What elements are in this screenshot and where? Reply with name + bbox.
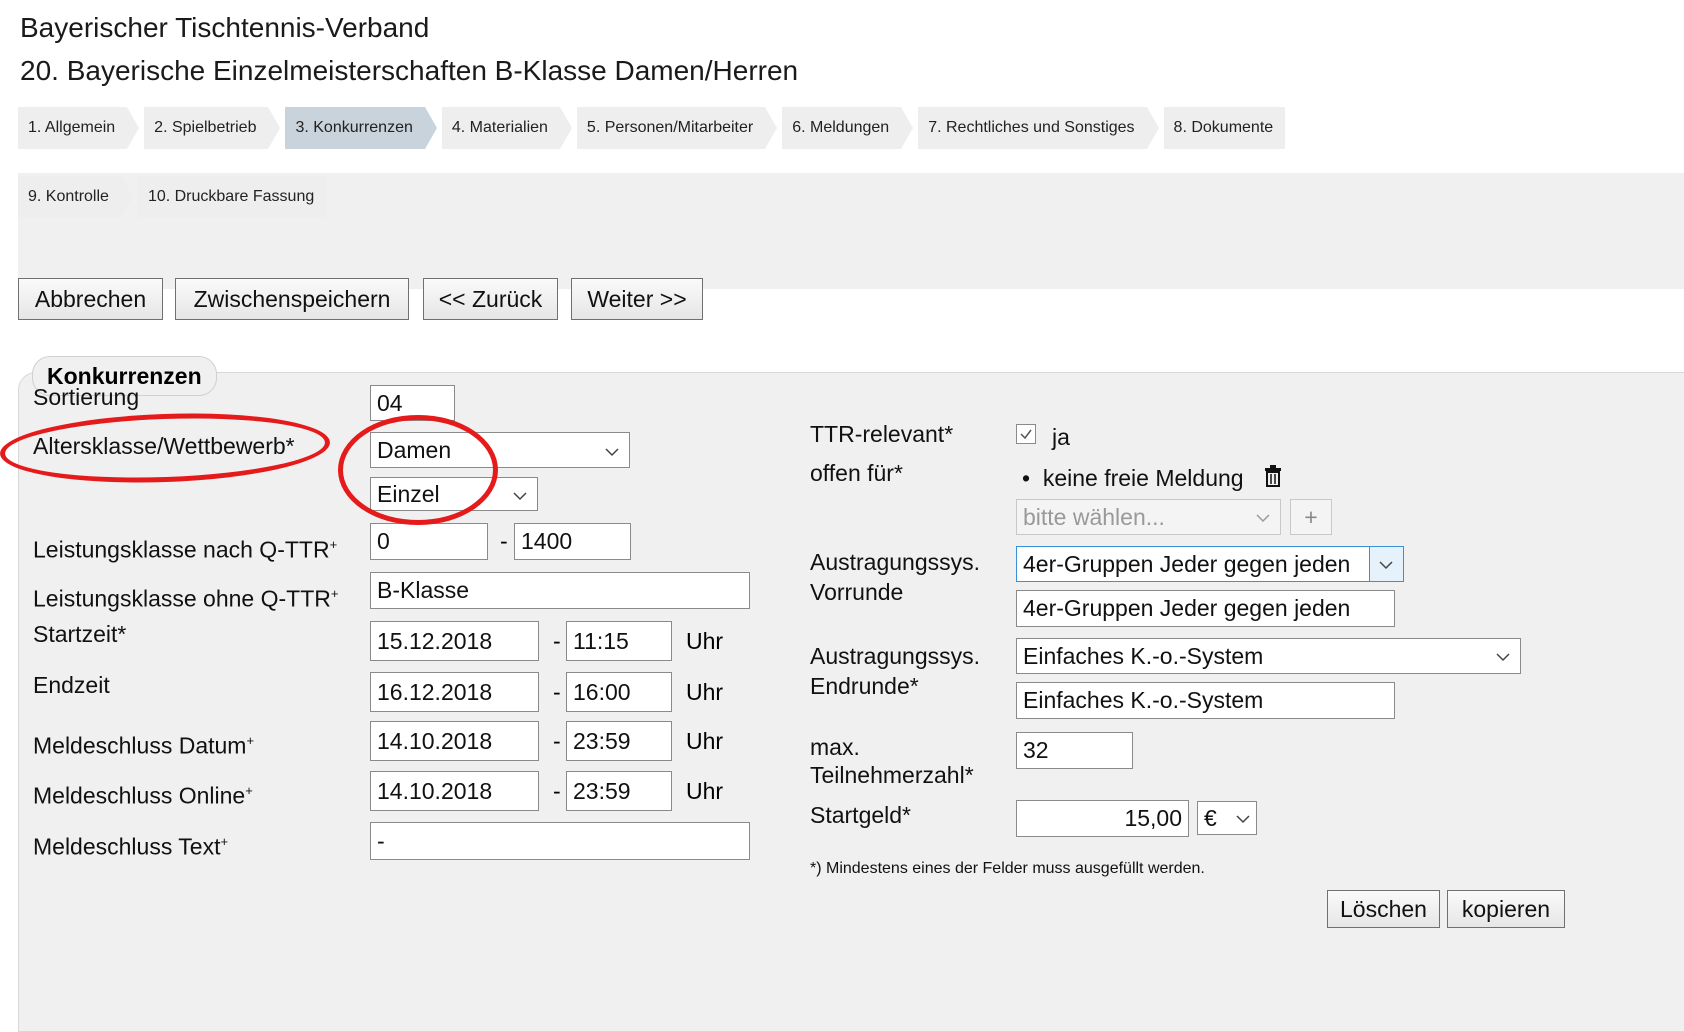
optional-mark: + [329,537,338,552]
currency-select[interactable]: € [1197,801,1257,835]
max-teilnehmer-label-2: Teilnehmerzahl* [810,762,974,788]
uhr-label: Uhr [686,679,724,705]
chevron-down-icon [1496,653,1510,662]
vorrunde-label-2: Vorrunde [810,579,904,605]
meldeschluss-online-input[interactable]: 14.10.2018 [370,771,539,811]
back-button[interactable]: << Zurück [423,278,558,320]
optional-mark: + [245,783,253,798]
chevron-down-icon [1236,815,1250,824]
cancel-button[interactable]: Abbrechen [18,278,163,320]
step-materialien[interactable]: 4. Materialien [441,107,572,149]
chevron-down-icon [605,448,619,457]
offen-fuer-item-text: keine freie Meldung [1042,465,1244,491]
step-meldungen[interactable]: 6. Meldungen [782,107,914,149]
trash-icon[interactable] [1264,465,1282,487]
currency-value: € [1204,805,1217,831]
step-rechtliches[interactable]: 7. Rechtliches und Sonstiges [918,107,1159,149]
range-dash: - [553,679,561,705]
meldeschluss-datum-text: Meldeschluss Datum [33,732,247,759]
endrunde-input[interactable]: Einfaches K.-o.-System [1016,682,1395,719]
leistung-ohne-label: Leistungsklasse ohne Q-TTR+ [33,581,338,612]
qttr-to-input[interactable]: 1400 [514,523,631,560]
startgeld-label: Startgeld* [810,802,912,828]
uhr-label: Uhr [686,778,724,804]
ttr-relevant-value: ja [1052,424,1070,450]
add-offen-button[interactable]: + [1290,499,1332,535]
save-draft-button[interactable]: Zwischenspeichern [175,278,409,320]
range-dash: - [553,778,561,804]
meldeschluss-datum-input[interactable]: 14.10.2018 [370,721,539,761]
leistung-qttr-label: Leistungsklasse nach Q-TTR+ [33,532,337,563]
sortierung-label: Sortierung [33,384,140,410]
vorrunde-select-value: 4er-Gruppen Jeder gegen jeden [1023,551,1351,577]
meldeschluss-text-input[interactable]: - [370,822,750,860]
delete-button[interactable]: Löschen [1327,890,1440,928]
step-spielbetrieb[interactable]: 2. Spielbetrieb [144,107,281,149]
qttr-from-input[interactable]: 0 [370,523,488,560]
offen-fuer-label: offen für* [810,460,903,486]
vorrunde-input[interactable]: 4er-Gruppen Jeder gegen jeden [1016,590,1395,627]
wizard-steps-row-1: 1. Allgemein 2. Spielbetrieb 3. Konkurre… [18,107,1302,149]
meldeschluss-text-text: Meldeschluss Text [33,833,221,860]
next-button[interactable]: Weiter >> [571,278,703,320]
highlight-ellipse-selects [338,415,498,525]
leistung-ohne-text: Leistungsklasse ohne Q-TTR [33,585,331,612]
range-dash: - [553,728,561,754]
endzeit-label: Endzeit [33,672,110,698]
chevron-down-icon [513,492,527,501]
vorrunde-select[interactable]: 4er-Gruppen Jeder gegen jeden [1016,546,1404,582]
page-title: 20. Bayerische Einzelmeisterschaften B-K… [20,55,799,86]
chevron-down-icon [1379,561,1393,570]
meldeschluss-online-time-input[interactable]: 23:59 [566,771,672,811]
max-teilnehmer-label-1: max. [810,734,860,760]
offen-fuer-placeholder: bitte wählen... [1023,504,1165,530]
ttr-relevant-checkbox[interactable] [1016,424,1036,444]
meldeschluss-text-label: Meldeschluss Text+ [33,829,228,860]
offen-fuer-item: • keine freie Meldung [1022,465,1244,491]
range-dash: - [553,628,561,654]
startzeit-time-input[interactable]: 11:15 [566,621,672,661]
meldeschluss-datum-label: Meldeschluss Datum+ [33,728,254,759]
endrunde-select-value: Einfaches K.-o.-System [1023,643,1264,669]
optional-mark: + [330,586,339,601]
uhr-label: Uhr [686,728,724,754]
meldeschluss-online-text: Meldeschluss Online [33,782,246,809]
optional-mark: + [246,733,255,748]
max-teilnehmer-input[interactable]: 32 [1016,732,1133,769]
required-note: *) Mindestens eines der Felder muss ausg… [810,860,1205,877]
endzeit-date-input[interactable]: 16.12.2018 [370,672,539,712]
uhr-label: Uhr [686,628,724,654]
leistung-ohne-input[interactable]: B-Klasse [370,572,750,609]
endzeit-time-input[interactable]: 16:00 [566,672,672,712]
endrunde-label-2: Endrunde* [810,673,919,699]
copy-button[interactable]: kopieren [1447,890,1565,928]
optional-mark: + [220,834,229,849]
chevron-down-icon [1256,514,1270,523]
step-kontrolle[interactable]: 9. Kontrolle [18,176,133,218]
wizard-steps-row-2: 9. Kontrolle 10. Druckbare Fassung [18,176,343,218]
endrunde-select[interactable]: Einfaches K.-o.-System [1016,638,1521,674]
endrunde-label-1: Austragungssys. [810,643,981,669]
startzeit-label: Startzeit* [33,621,127,647]
vorrunde-label-1: Austragungssys. [810,549,981,575]
startzeit-date-input[interactable]: 15.12.2018 [370,621,539,661]
meldeschluss-online-label: Meldeschluss Online+ [33,778,253,809]
ttr-relevant-label: TTR-relevant* [810,421,954,447]
step-allgemein[interactable]: 1. Allgemein [18,107,140,149]
startgeld-input[interactable]: 15,00 [1016,800,1189,837]
step-personen[interactable]: 5. Personen/Mitarbeiter [576,107,778,149]
leistung-qttr-text: Leistungsklasse nach Q-TTR [33,536,330,563]
meldeschluss-datum-time-input[interactable]: 23:59 [566,721,672,761]
check-icon [1020,429,1032,440]
step-dokumente[interactable]: 8. Dokumente [1163,107,1286,149]
step-konkurrenzen[interactable]: 3. Konkurrenzen [285,107,438,149]
org-title: Bayerischer Tischtennis-Verband [20,12,430,43]
range-dash: - [500,528,508,554]
step-druckbare-fassung[interactable]: 10. Druckbare Fassung [137,176,327,218]
offen-fuer-select[interactable]: bitte wählen... [1016,499,1281,535]
